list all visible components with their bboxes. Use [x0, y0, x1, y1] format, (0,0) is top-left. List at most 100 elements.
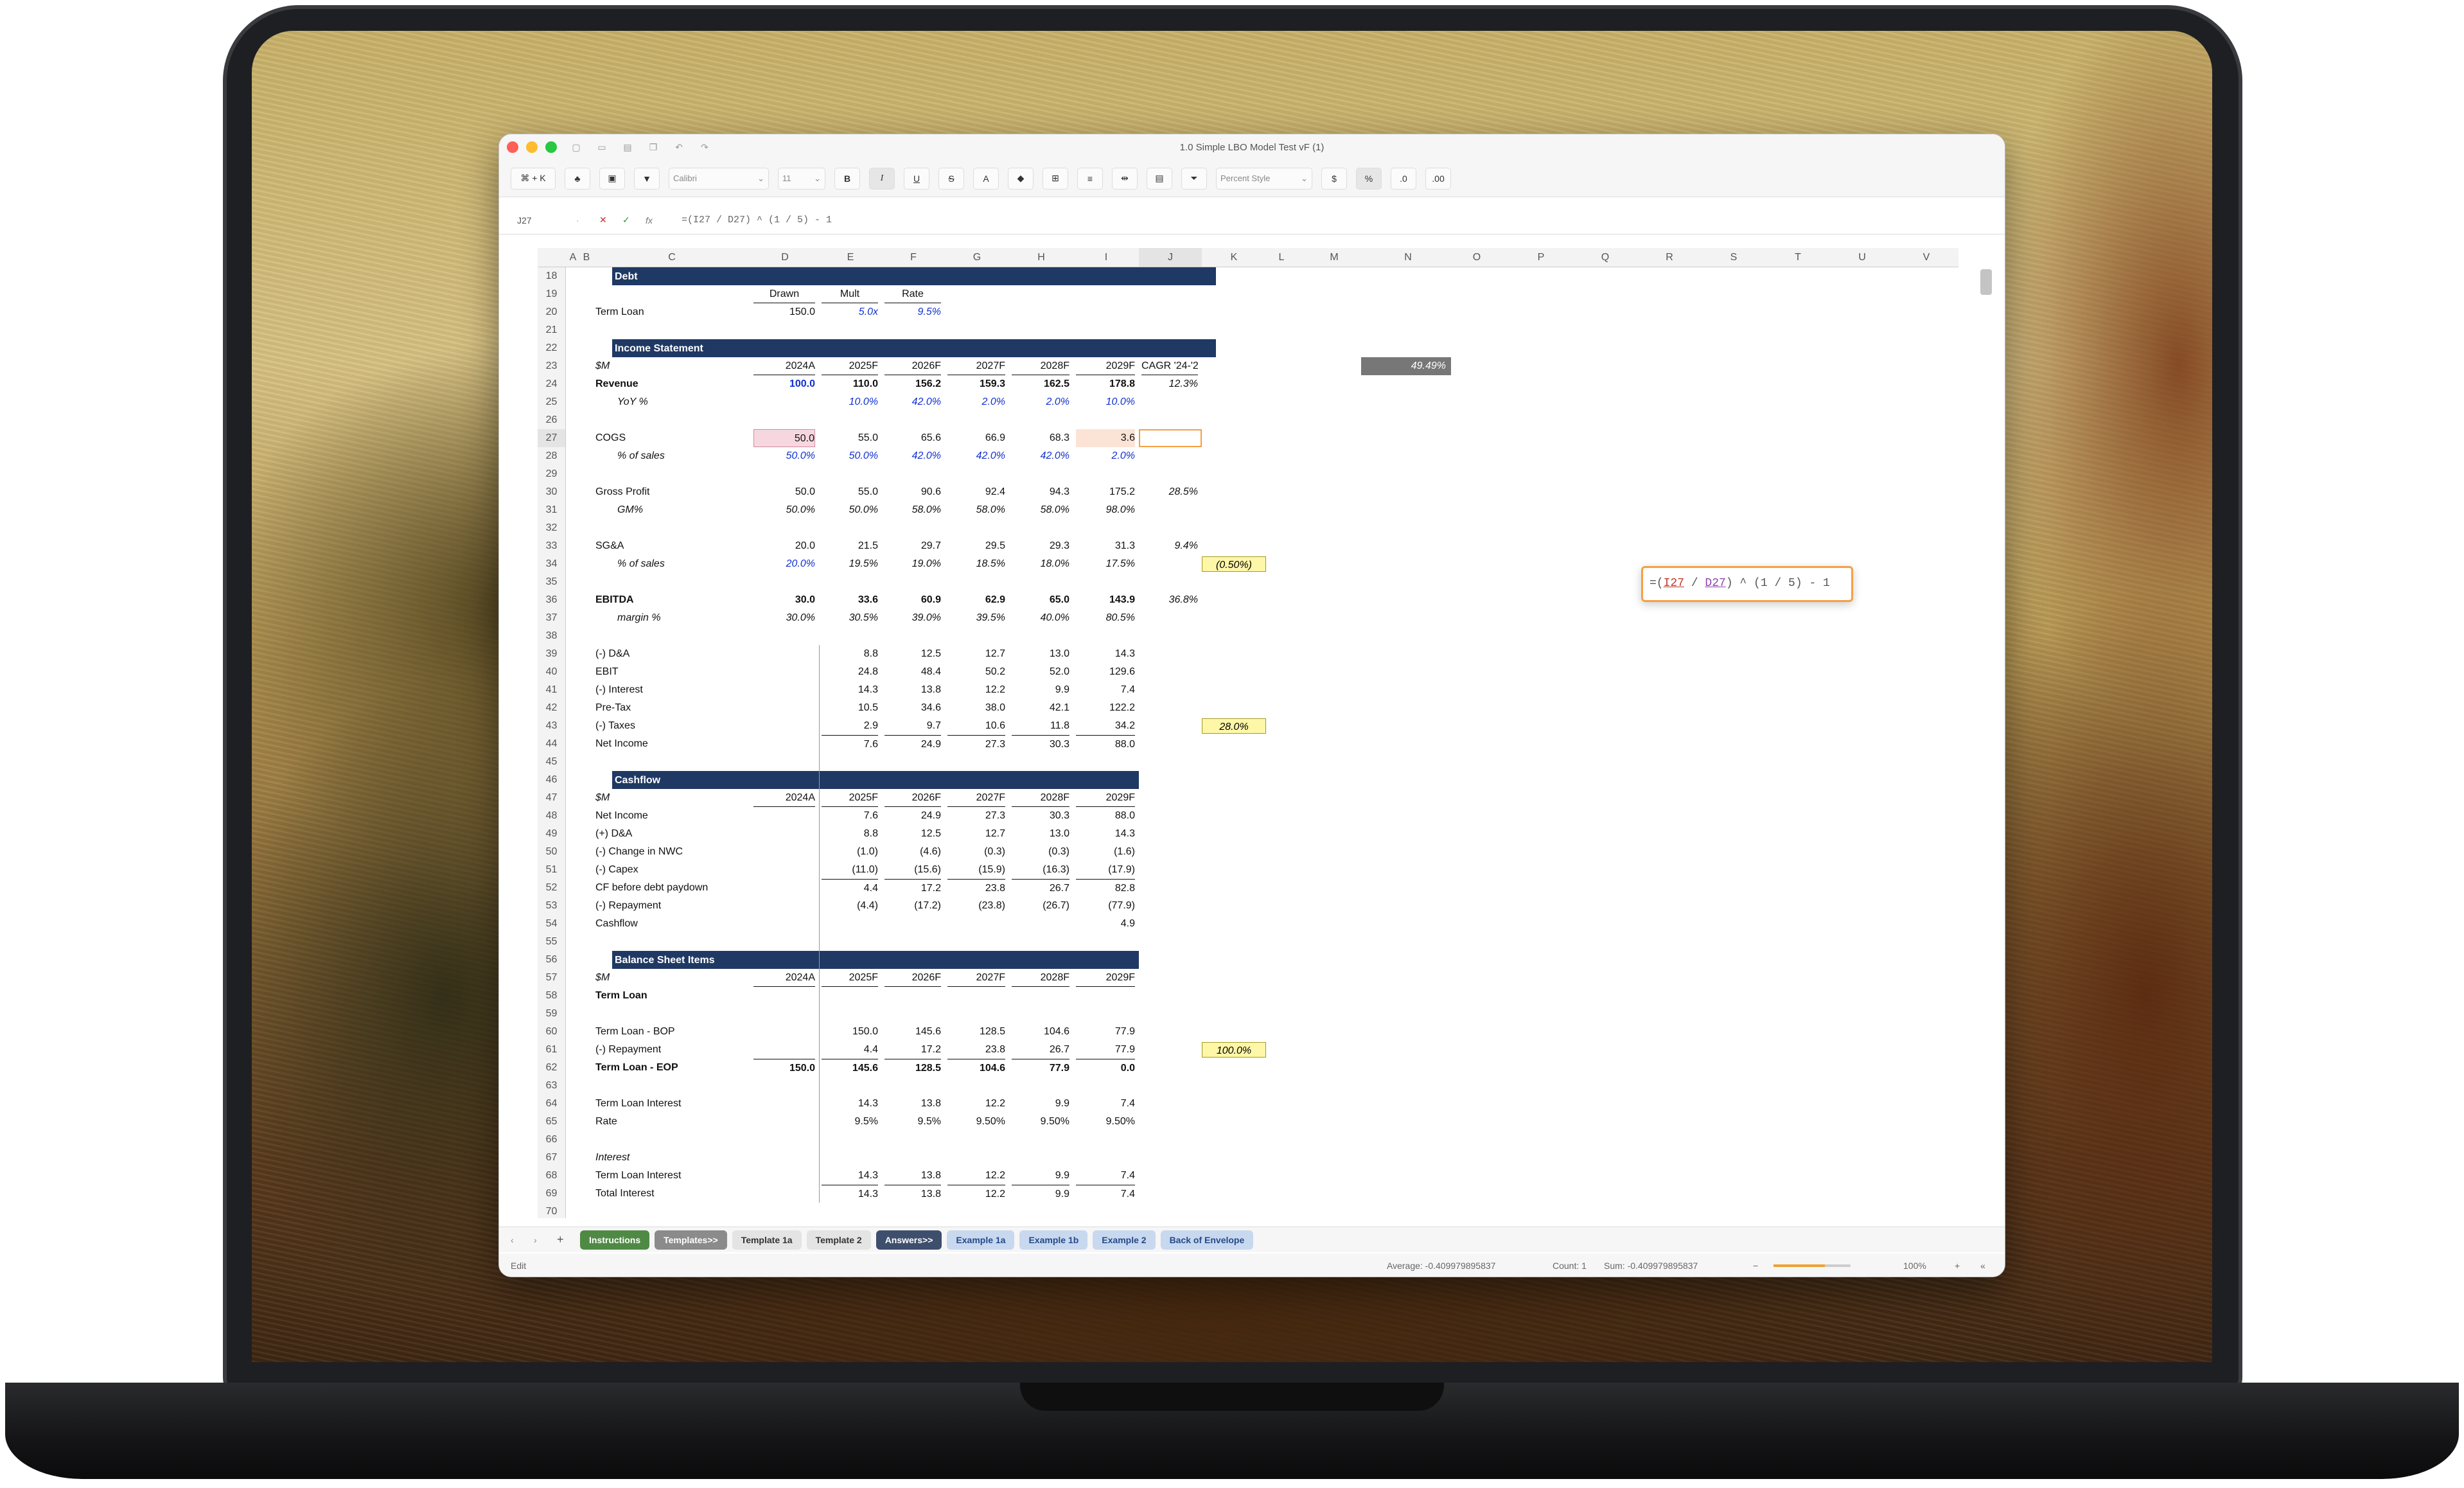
- cell-E49: 8.8: [863, 828, 878, 839]
- cell-H51: (16.3): [1043, 864, 1069, 875]
- row-header: 38: [538, 627, 566, 645]
- row-header: 23: [538, 357, 566, 375]
- minimize-button[interactable]: [526, 141, 538, 153]
- bold-button[interactable]: B: [834, 167, 860, 190]
- confirm-icon[interactable]: ✓: [622, 215, 646, 226]
- cell-G48: 27.3: [985, 810, 1005, 821]
- sheet-tab[interactable]: Example 2: [1093, 1230, 1156, 1250]
- cell-C47: $M: [595, 792, 610, 803]
- cancel-icon[interactable]: ✕: [599, 215, 622, 226]
- paint-format-icon[interactable]: ▼: [634, 167, 660, 190]
- cell-C31: GM%: [617, 504, 643, 515]
- font-family-select[interactable]: Calibri ⌄: [669, 167, 769, 190]
- italic-button[interactable]: I: [869, 167, 895, 190]
- decrease-decimal-icon[interactable]: .00: [1425, 167, 1451, 190]
- currency-icon[interactable]: $: [1321, 167, 1347, 190]
- cell-H54: [1012, 915, 1069, 933]
- cell-I48: 88.0: [1114, 810, 1135, 821]
- cell-I69: 7.4: [1076, 1185, 1135, 1203]
- sheet-tab[interactable]: Example 1b: [1019, 1230, 1088, 1250]
- cell-G23: 2027F: [947, 357, 1005, 375]
- cell-D51: [753, 861, 815, 879]
- cell-H39: 13.0: [1049, 648, 1069, 659]
- chevron-down-icon: ⌄: [757, 173, 764, 183]
- column-header: A: [566, 248, 580, 267]
- cell-F68: 13.8: [920, 1170, 941, 1181]
- cell-C67: Interest: [595, 1152, 630, 1163]
- sheet-tab[interactable]: Template 1a: [732, 1230, 802, 1250]
- cell-C42: Pre-Tax: [595, 702, 631, 713]
- clipboard-icon[interactable]: ▣: [599, 167, 625, 190]
- redo-icon[interactable]: ↷: [698, 141, 711, 154]
- borders-icon[interactable]: ⊞: [1043, 167, 1068, 190]
- sheet-tab[interactable]: Templates>>: [655, 1230, 727, 1250]
- column-header: C: [593, 248, 751, 267]
- increase-decimal-icon[interactable]: .0: [1391, 167, 1416, 190]
- cell-E61: 4.4: [863, 1044, 878, 1055]
- cell-D37: 30.0%: [786, 612, 815, 623]
- cell-G50: (0.3): [984, 846, 1005, 857]
- name-box[interactable]: J27: [499, 215, 576, 226]
- format-painter-icon[interactable]: ♣: [565, 167, 590, 190]
- percent-icon[interactable]: %: [1356, 167, 1382, 190]
- collapse-icon[interactable]: «: [1980, 1261, 1985, 1271]
- sheet-tab[interactable]: Back of Envelope: [1160, 1230, 1254, 1250]
- align-left-icon[interactable]: ≡: [1077, 167, 1103, 190]
- row-header: 31: [538, 501, 566, 519]
- next-sheet-icon[interactable]: ›: [534, 1235, 552, 1245]
- cell-H28: 42.0%: [1040, 450, 1069, 461]
- sheet-tab[interactable]: Example 1a: [947, 1230, 1015, 1250]
- cell-G51: (15.9): [978, 864, 1005, 875]
- fill-color-icon[interactable]: ◆: [1008, 167, 1034, 190]
- zoom-in-icon[interactable]: +: [1955, 1261, 1960, 1271]
- cell-E69: 14.3: [822, 1185, 878, 1203]
- wrap-text-icon[interactable]: ▤: [1147, 167, 1172, 190]
- function-icon[interactable]: fx: [646, 215, 669, 226]
- close-button[interactable]: [507, 141, 518, 153]
- strikethrough-button[interactable]: S: [938, 167, 964, 190]
- row-header: 59: [538, 1005, 566, 1023]
- formula-input[interactable]: =(I27 / D27) ^ (1 / 5) - 1: [669, 215, 832, 226]
- save-icon[interactable]: ▤: [621, 141, 634, 154]
- cell-G37: 39.5%: [976, 612, 1005, 623]
- prev-sheet-icon[interactable]: ‹: [511, 1235, 529, 1245]
- cell-C62: Term Loan - EOP: [595, 1062, 678, 1073]
- cell-E57: 2025F: [822, 969, 878, 987]
- zoom-out-icon[interactable]: −: [1753, 1261, 1758, 1271]
- zoom-slider[interactable]: [1773, 1264, 1851, 1267]
- row-header: 70: [538, 1203, 566, 1218]
- row-header: 51: [538, 861, 566, 879]
- cell-D41: [753, 681, 815, 699]
- filter-icon[interactable]: ⏷: [1181, 167, 1207, 190]
- cell-D43: [753, 717, 815, 735]
- column-header: Q: [1573, 248, 1637, 267]
- font-size-select[interactable]: 11 ⌄: [778, 167, 825, 190]
- vertical-scrollbar[interactable]: [1980, 269, 1992, 295]
- name-box-chevron-icon[interactable]: ·: [576, 215, 599, 226]
- cell-edit-popup[interactable]: =(I27 / D27) ^ (1 / 5) - 1: [1641, 566, 1853, 602]
- sheet-tab[interactable]: Template 2: [806, 1230, 871, 1250]
- new-file-icon[interactable]: ▢: [570, 141, 583, 154]
- cell-I24: 178.8: [1109, 378, 1135, 389]
- cell-G57: 2027F: [947, 969, 1005, 987]
- sheet-tab[interactable]: Answers>>: [876, 1230, 942, 1250]
- row-header: 20: [538, 303, 566, 321]
- text-color-icon[interactable]: A: [973, 167, 999, 190]
- cell-H23: 2028F: [1012, 357, 1069, 375]
- cell-D30: 50.0: [795, 486, 815, 497]
- row-header: 47: [538, 789, 566, 807]
- undo-icon[interactable]: ↶: [673, 141, 685, 154]
- number-format-select[interactable]: Percent Style ⌄: [1216, 167, 1312, 190]
- command-palette-button[interactable]: ⌘ + K: [511, 167, 556, 190]
- active-cell-J27[interactable]: [1139, 429, 1202, 447]
- cell-G39: 12.7: [985, 648, 1005, 659]
- underline-button[interactable]: U: [904, 167, 929, 190]
- merge-icon[interactable]: ⇹: [1112, 167, 1138, 190]
- add-sheet-icon[interactable]: +: [557, 1233, 575, 1246]
- open-folder-icon[interactable]: ▭: [595, 141, 608, 154]
- maximize-button[interactable]: [545, 141, 557, 153]
- copy-icon[interactable]: ❐: [647, 141, 660, 154]
- sheet-tab[interactable]: Instructions: [580, 1230, 650, 1250]
- sheet-grid[interactable]: A B C D E F G H I J K L M N O P Q R S T U V 18 19 20 21 22 23 24 25 26…: [508, 248, 1985, 1218]
- row-header: 55: [538, 933, 566, 951]
